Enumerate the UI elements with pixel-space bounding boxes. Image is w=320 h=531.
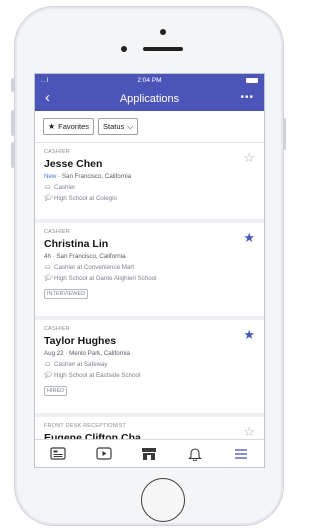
star-filled-icon: ★ — [48, 122, 56, 131]
favorites-filter-label: Favorites — [58, 122, 90, 131]
job-row: ⛀ Cashier at Convenience Mart — [44, 263, 256, 272]
graduation-cap-icon: 🎓︎ — [44, 195, 53, 202]
applicant-name: Taylor Hughes — [44, 335, 117, 347]
bell-icon — [188, 447, 203, 461]
application-meta-text: Aug 22 · Menlo Park, California — [44, 350, 130, 357]
applicant-name: Christina Lin — [44, 238, 109, 250]
graduation-cap-icon: 🎓︎ — [44, 275, 53, 282]
briefcase-icon: ⛀ — [44, 264, 51, 271]
favorite-star-filled-icon[interactable]: ★ — [243, 231, 255, 244]
volume-up-button — [11, 110, 14, 136]
power-button — [283, 118, 286, 150]
tab-notifications[interactable] — [181, 445, 209, 463]
status-filter-label: Status — [103, 122, 125, 131]
school-text: High School at Eastside School — [54, 371, 141, 379]
app-screen: ..l 2:04 PM ‹ Applications ••• ★ Favorit… — [34, 73, 265, 468]
tab-news-feed[interactable] — [44, 445, 72, 463]
status-bar: ..l 2:04 PM — [35, 74, 264, 86]
school-text: High School at Dante Alighieri School — [54, 274, 157, 282]
application-meta: New · San Francisco, California — [44, 173, 256, 180]
status-time: 2:04 PM — [137, 76, 162, 84]
more-options-icon[interactable]: ••• — [240, 92, 254, 103]
application-card[interactable]: CASHIER Jesse Chen New · San Francisco, … — [35, 143, 264, 223]
home-button[interactable] — [141, 478, 185, 522]
school-row: 🎓︎ High School at Dante Alighieri School — [44, 274, 256, 283]
bottom-tab-bar — [35, 439, 264, 467]
job-role: FRONT DESK RECEPTIONIST — [44, 423, 127, 429]
status-badge: HIRED — [44, 386, 68, 396]
application-card[interactable]: CASHIER Taylor Hughes Aug 22 · Menlo Par… — [35, 320, 264, 417]
video-icon — [96, 447, 112, 460]
marketplace-icon — [142, 447, 157, 460]
favorite-star-icon[interactable]: ☆ — [243, 425, 255, 438]
job-role: CASHIER — [44, 326, 70, 332]
application-meta-text: · San Francisco, California — [56, 173, 132, 180]
briefcase-icon: ⛀ — [44, 184, 51, 191]
camera — [160, 29, 166, 35]
tab-marketplace[interactable] — [135, 445, 163, 463]
news-feed-icon — [50, 447, 66, 460]
filter-bar: ★ Favorites Status ⌵ — [35, 111, 264, 143]
front-sensor — [121, 46, 127, 52]
status-badge: INTERVIEWED — [44, 289, 89, 299]
favorite-star-filled-icon[interactable]: ★ — [243, 328, 255, 341]
job-text: Cashier at Convenience Mart — [54, 263, 135, 271]
tab-menu[interactable] — [227, 445, 255, 463]
chevron-down-icon: ⌵ — [127, 121, 134, 131]
job-row: ⛀ Cashier at Safeway — [44, 360, 256, 369]
speaker — [143, 47, 183, 51]
school-row: 🎓︎ High School at Eastside School — [44, 371, 256, 380]
volume-down-button — [11, 142, 14, 168]
job-role: CASHIER — [44, 149, 70, 155]
favorites-filter-button[interactable]: ★ Favorites — [43, 118, 95, 135]
graduation-cap-icon: 🎓︎ — [44, 372, 53, 379]
briefcase-icon: ⛀ — [44, 361, 51, 368]
page-title: Applications — [119, 92, 180, 105]
status-filter-dropdown[interactable]: Status ⌵ — [98, 118, 139, 135]
job-row: ⛀ Cashier — [44, 183, 256, 192]
school-row: 🎓︎ High School at Colegio — [44, 194, 256, 203]
job-role: CASHIER — [44, 229, 70, 235]
school-text: High School at Colegio — [54, 194, 117, 202]
applicant-name: Jesse Chen — [44, 158, 103, 170]
job-text: Cashier — [54, 183, 76, 191]
application-card[interactable]: CASHIER Christina Lin 4h · San Francisco… — [35, 223, 264, 320]
applications-list: CASHIER Jesse Chen New · San Francisco, … — [35, 143, 264, 467]
menu-icon — [235, 448, 248, 459]
new-badge: New — [44, 173, 57, 180]
favorite-star-icon[interactable]: ☆ — [243, 151, 255, 164]
tab-video[interactable] — [90, 445, 118, 463]
application-meta-text: 4h · San Francisco, California — [44, 253, 126, 260]
mute-switch — [11, 78, 14, 92]
job-text: Cashier at Safeway — [54, 360, 108, 368]
nav-header: ‹ Applications ••• — [35, 86, 264, 111]
back-chevron-icon[interactable]: ‹ — [45, 90, 50, 105]
